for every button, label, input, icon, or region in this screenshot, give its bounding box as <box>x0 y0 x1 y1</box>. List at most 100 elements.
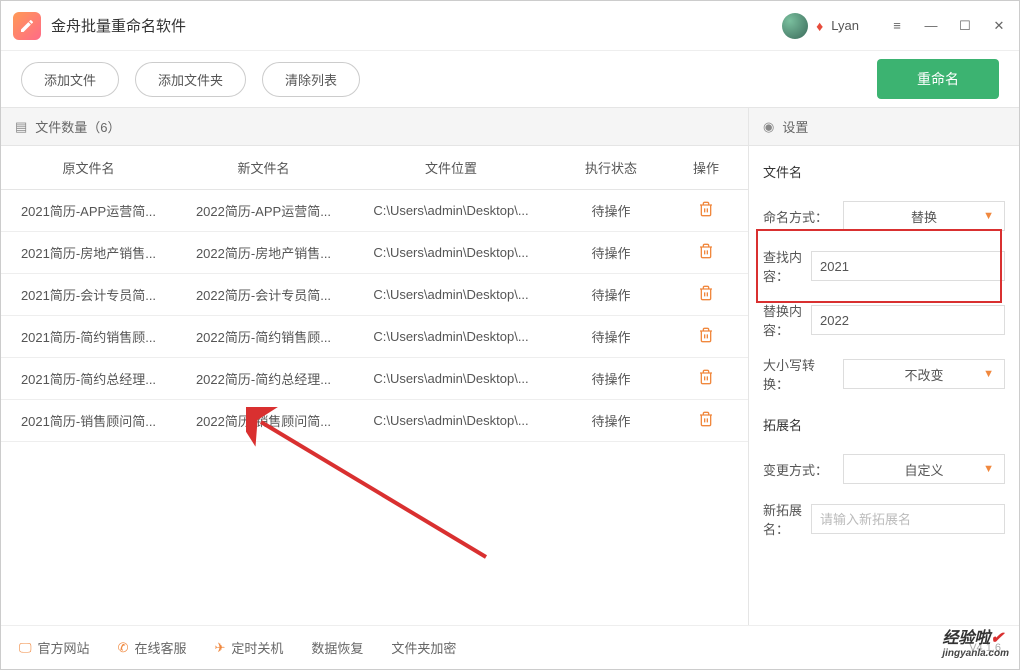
monitor-icon: 🖵 <box>19 640 32 656</box>
caret-icon: ▼ <box>983 463 994 475</box>
file-count-label: 文件数量（6） <box>35 117 120 136</box>
col-status: 执行状态 <box>551 158 671 177</box>
timer-icon: ✈ <box>214 640 225 656</box>
footer-recover[interactable]: 数据恢复 <box>311 638 363 657</box>
table-row[interactable]: 2021简历-简约销售顾... 2022简历-简约销售顾... C:\Users… <box>1 316 748 358</box>
cell-old-name: 2021简历-会计专员简... <box>1 285 176 304</box>
case-label: 大小写转换： <box>763 355 835 393</box>
cell-new-name: 2022简历-简约总经理... <box>176 369 351 388</box>
footer-timer[interactable]: ✈定时关机 <box>214 638 283 657</box>
add-file-button[interactable]: 添加文件 <box>21 62 119 97</box>
add-folder-button[interactable]: 添加文件夹 <box>135 62 246 97</box>
maximize-button[interactable]: ☐ <box>957 18 973 34</box>
footer-service[interactable]: ✆在线客服 <box>118 638 187 657</box>
cell-status: 待操作 <box>551 243 671 262</box>
titlebar: 金舟批量重命名软件 ♦ Lyan ≡ — ☐ ✕ <box>1 1 1019 51</box>
window-controls: ≡ — ☐ ✕ <box>889 18 1007 34</box>
table-row[interactable]: 2021简历-APP运营简... 2022简历-APP运营简... C:\Use… <box>1 190 748 232</box>
ext-new-label: 新拓展名： <box>763 500 803 538</box>
table-row[interactable]: 2021简历-房地产销售... 2022简历-房地产销售... C:\Users… <box>1 232 748 274</box>
cell-status: 待操作 <box>551 411 671 430</box>
cell-new-name: 2022简历-APP运营简... <box>176 201 351 220</box>
menu-button[interactable]: ≡ <box>889 18 905 34</box>
find-input[interactable] <box>811 251 1005 281</box>
cell-path: C:\Users\admin\Desktop\... <box>351 287 551 302</box>
caret-icon: ▼ <box>983 368 994 380</box>
cell-old-name: 2021简历-房地产销售... <box>1 243 176 262</box>
col-op: 操作 <box>671 158 741 177</box>
cell-new-name: 2022简历-房地产销售... <box>176 243 351 262</box>
list-icon: ▤ <box>15 119 27 135</box>
cell-status: 待操作 <box>551 285 671 304</box>
table-header: 原文件名 新文件名 文件位置 执行状态 操作 <box>1 146 748 190</box>
cell-old-name: 2021简历-APP运营简... <box>1 201 176 220</box>
naming-value: 替换 <box>911 207 937 226</box>
table-body: 2021简历-APP运营简... 2022简历-APP运营简... C:\Use… <box>1 190 748 625</box>
footer: 🖵官方网站 ✆在线客服 ✈定时关机 数据恢复 文件夹加密 V4.1.6 <box>1 625 1019 669</box>
cell-op <box>671 369 741 388</box>
cell-new-name: 2022简历-简约销售顾... <box>176 327 351 346</box>
version-label: V4.1.6 <box>969 642 1001 654</box>
ext-mode-label: 变更方式： <box>763 460 835 479</box>
table-row[interactable]: 2021简历-销售顾问简... 2022简历-销售顾问简... C:\Users… <box>1 400 748 442</box>
cell-old-name: 2021简历-简约销售顾... <box>1 327 176 346</box>
trash-icon[interactable] <box>698 243 714 259</box>
case-select[interactable]: 不改变 ▼ <box>843 359 1005 389</box>
minimize-button[interactable]: — <box>923 18 939 34</box>
filename-section: 文件名 <box>763 162 1005 181</box>
cell-path: C:\Users\admin\Desktop\... <box>351 245 551 260</box>
cell-op <box>671 411 741 430</box>
app-title: 金舟批量重命名软件 <box>51 15 782 36</box>
toolbar: 添加文件 添加文件夹 清除列表 重命名 <box>1 51 1019 107</box>
cell-path: C:\Users\admin\Desktop\... <box>351 413 551 428</box>
headset-icon: ✆ <box>118 640 129 656</box>
file-count-header: ▤ 文件数量（6） <box>1 108 748 146</box>
trash-icon[interactable] <box>698 285 714 301</box>
cell-status: 待操作 <box>551 369 671 388</box>
vip-icon: ♦ <box>816 18 823 34</box>
cell-status: 待操作 <box>551 201 671 220</box>
col-old-name: 原文件名 <box>1 158 176 177</box>
naming-select[interactable]: 替换 ▼ <box>843 201 1005 231</box>
ext-new-input[interactable] <box>811 504 1005 534</box>
cell-path: C:\Users\admin\Desktop\... <box>351 329 551 344</box>
trash-icon[interactable] <box>698 411 714 427</box>
cell-new-name: 2022简历-会计专员简... <box>176 285 351 304</box>
cell-path: C:\Users\admin\Desktop\... <box>351 371 551 386</box>
replace-label: 替换内容： <box>763 301 803 339</box>
col-path: 文件位置 <box>351 158 551 177</box>
table-row[interactable]: 2021简历-会计专员简... 2022简历-会计专员简... C:\Users… <box>1 274 748 316</box>
trash-icon[interactable] <box>698 327 714 343</box>
naming-label: 命名方式： <box>763 207 835 226</box>
cell-op <box>671 243 741 262</box>
user-area[interactable]: ♦ Lyan <box>782 13 859 39</box>
avatar <box>782 13 808 39</box>
caret-icon: ▼ <box>983 210 994 222</box>
find-label: 查找内容： <box>763 247 803 285</box>
cell-op <box>671 327 741 346</box>
ext-mode-value: 自定义 <box>904 460 943 479</box>
col-new-name: 新文件名 <box>176 158 351 177</box>
settings-panel: ◉ 设置 文件名 命名方式： 替换 ▼ 查找内容： 替换内容： <box>749 108 1019 625</box>
trash-icon[interactable] <box>698 201 714 217</box>
ext-mode-select[interactable]: 自定义 ▼ <box>843 454 1005 484</box>
rename-button[interactable]: 重命名 <box>877 59 999 99</box>
cell-old-name: 2021简历-销售顾问简... <box>1 411 176 430</box>
table-row[interactable]: 2021简历-简约总经理... 2022简历-简约总经理... C:\Users… <box>1 358 748 400</box>
ext-section: 拓展名 <box>763 415 1005 434</box>
footer-site[interactable]: 🖵官方网站 <box>19 638 90 657</box>
replace-input[interactable] <box>811 305 1005 335</box>
cell-op <box>671 285 741 304</box>
username: Lyan <box>831 18 859 33</box>
settings-label: 设置 <box>782 117 808 136</box>
cell-old-name: 2021简历-简约总经理... <box>1 369 176 388</box>
settings-icon: ◉ <box>763 119 774 135</box>
trash-icon[interactable] <box>698 369 714 385</box>
settings-header: ◉ 设置 <box>749 108 1019 146</box>
close-button[interactable]: ✕ <box>991 18 1007 34</box>
footer-encrypt[interactable]: 文件夹加密 <box>391 638 456 657</box>
cell-op <box>671 201 741 220</box>
cell-status: 待操作 <box>551 327 671 346</box>
cell-new-name: 2022简历-销售顾问简... <box>176 411 351 430</box>
clear-list-button[interactable]: 清除列表 <box>262 62 360 97</box>
